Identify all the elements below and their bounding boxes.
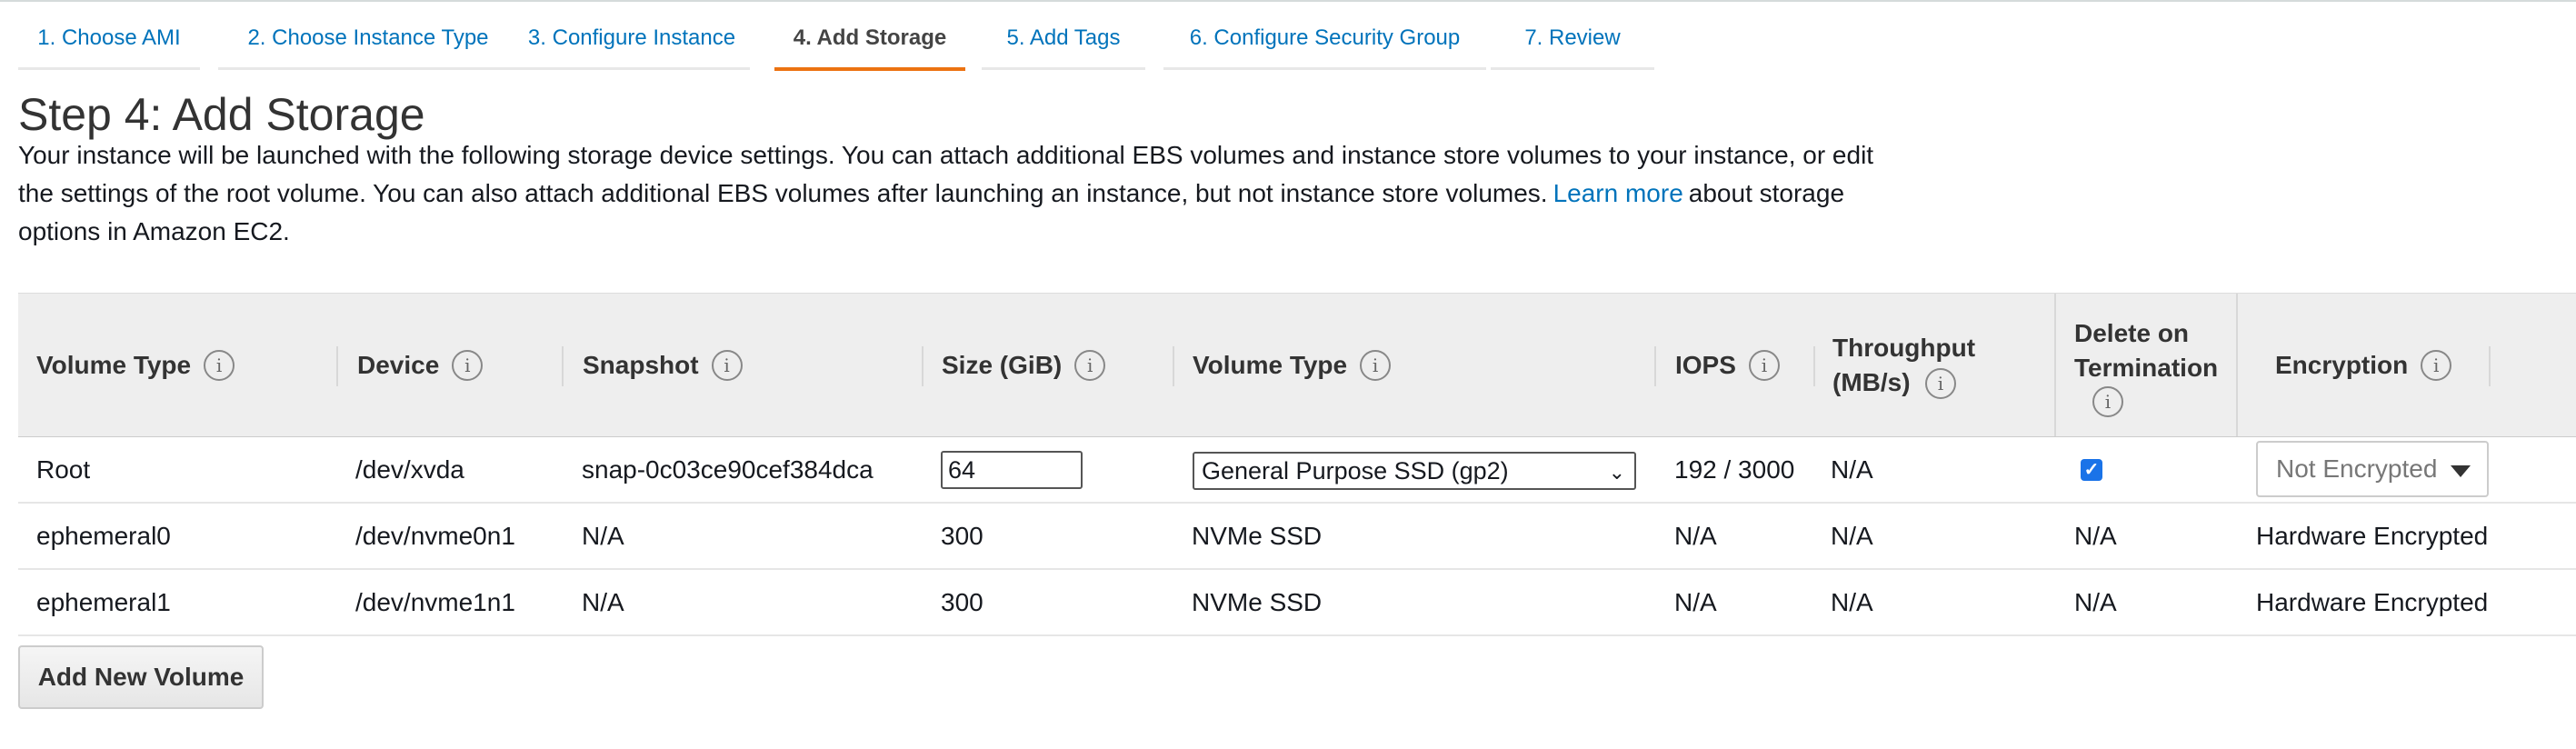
cell-size: 300 [941,588,983,616]
info-icon[interactable]: i [1074,349,1106,381]
tab-choose-instance-type[interactable]: 2. Choose Instance Type [218,16,518,70]
header-iops: IOPS i [1675,294,1780,436]
cell-iops: 192 / 3000 [1674,455,1795,484]
cell-throughput: N/A [1831,522,1873,550]
table-row: ephemeral0 /dev/nvme0n1 N/A 300 NVMe SSD… [18,504,2576,570]
column-divider [922,346,924,386]
tab-review[interactable]: 7. Review [1491,16,1654,70]
header-snapshot: Snapshot i [583,294,743,436]
volume-type-selected: General Purpose SSD (gp2) [1202,457,1509,484]
info-icon[interactable]: i [1748,349,1780,381]
column-divider [1173,346,1174,386]
info-icon[interactable]: i [2092,386,2123,417]
chevron-down-icon: ⌄ [1608,461,1625,484]
delete-on-termination-checkbox[interactable]: ✓ [2081,459,2102,481]
column-divider [1654,346,1656,386]
add-new-volume-button[interactable]: Add New Volume [18,645,264,709]
column-divider [562,346,564,386]
page-title: Step 4: Add Storage [18,89,425,140]
info-icon[interactable]: i [1360,349,1392,381]
cell-snapshot: N/A [582,588,624,616]
header-volume-type-2: Volume Type i [1193,294,1392,436]
cell-throughput: N/A [1831,455,1873,484]
column-divider [2054,294,2056,436]
cell-size: 300 [941,522,983,550]
info-icon[interactable]: i [711,349,743,381]
column-divider [336,346,338,386]
cell-snapshot: snap-0c03ce90cef384dca [582,455,874,484]
tab-add-tags[interactable]: 5. Add Tags [982,16,1145,70]
table-row: ephemeral1 /dev/nvme1n1 N/A 300 NVMe SSD… [18,570,2576,636]
storage-table: Volume Type i Device i Snapshot i Size (GiB… [18,293,2576,636]
top-border [0,0,2576,2]
table-row-root: Root /dev/xvda snap-0c03ce90cef384dca Ge… [18,437,2576,504]
cell-device: /dev/nvme1n1 [355,588,515,616]
cell-volume-type: ephemeral0 [36,522,171,550]
cell-iops: N/A [1674,588,1717,616]
cell-delete-on-termination: N/A [2074,522,2117,550]
cell-volume-type-2: NVMe SSD [1192,522,1323,550]
info-icon[interactable]: i [1925,368,1956,399]
size-input[interactable] [941,451,1083,489]
cell-volume-type: ephemeral1 [36,588,171,616]
column-divider [2489,346,2491,386]
cell-snapshot: N/A [582,522,624,550]
cell-delete-on-termination: N/A [2074,588,2117,616]
tab-add-storage[interactable]: 4. Add Storage [774,16,965,71]
cell-throughput: N/A [1831,588,1873,616]
encryption-selected: Not Encrypted [2276,454,2438,483]
header-device: Device i [357,294,484,436]
header-throughput: Throughput (MB/s) [1832,333,1976,396]
info-icon[interactable]: i [452,349,484,381]
cell-encryption: Hardware Encrypted [2256,522,2489,550]
cell-iops: N/A [1674,522,1717,550]
page-description: Your instance will be launched with the … [18,136,1891,251]
cell-volume-type-2: NVMe SSD [1192,588,1323,616]
check-icon: ✓ [2083,460,2100,480]
cell-device: /dev/nvme0n1 [355,522,515,550]
tab-choose-ami[interactable]: 1. Choose AMI [18,16,200,70]
info-icon[interactable]: i [204,349,235,381]
table-header: Volume Type i Device i Snapshot i Size (GiB… [18,293,2576,437]
header-encryption: Encryption i [2275,294,2452,436]
tab-configure-security-group[interactable]: 6. Configure Security Group [1163,16,1486,70]
tab-configure-instance[interactable]: 3. Configure Instance [514,16,750,70]
column-divider [1813,346,1815,386]
cell-encryption: Hardware Encrypted [2256,588,2489,616]
column-divider [2236,294,2238,436]
caret-down-icon [2451,465,2471,477]
header-volume-type: Volume Type i [36,294,235,436]
encryption-select[interactable]: Not Encrypted [2256,441,2489,497]
header-size: Size (GiB) i [942,294,1106,436]
cell-device: /dev/xvda [355,455,464,484]
volume-type-select[interactable]: General Purpose SSD (gp2) ⌄ [1193,452,1636,490]
learn-more-link[interactable]: Learn more [1553,179,1683,207]
cell-volume-type: Root [36,455,91,484]
info-icon[interactable]: i [2421,349,2452,381]
